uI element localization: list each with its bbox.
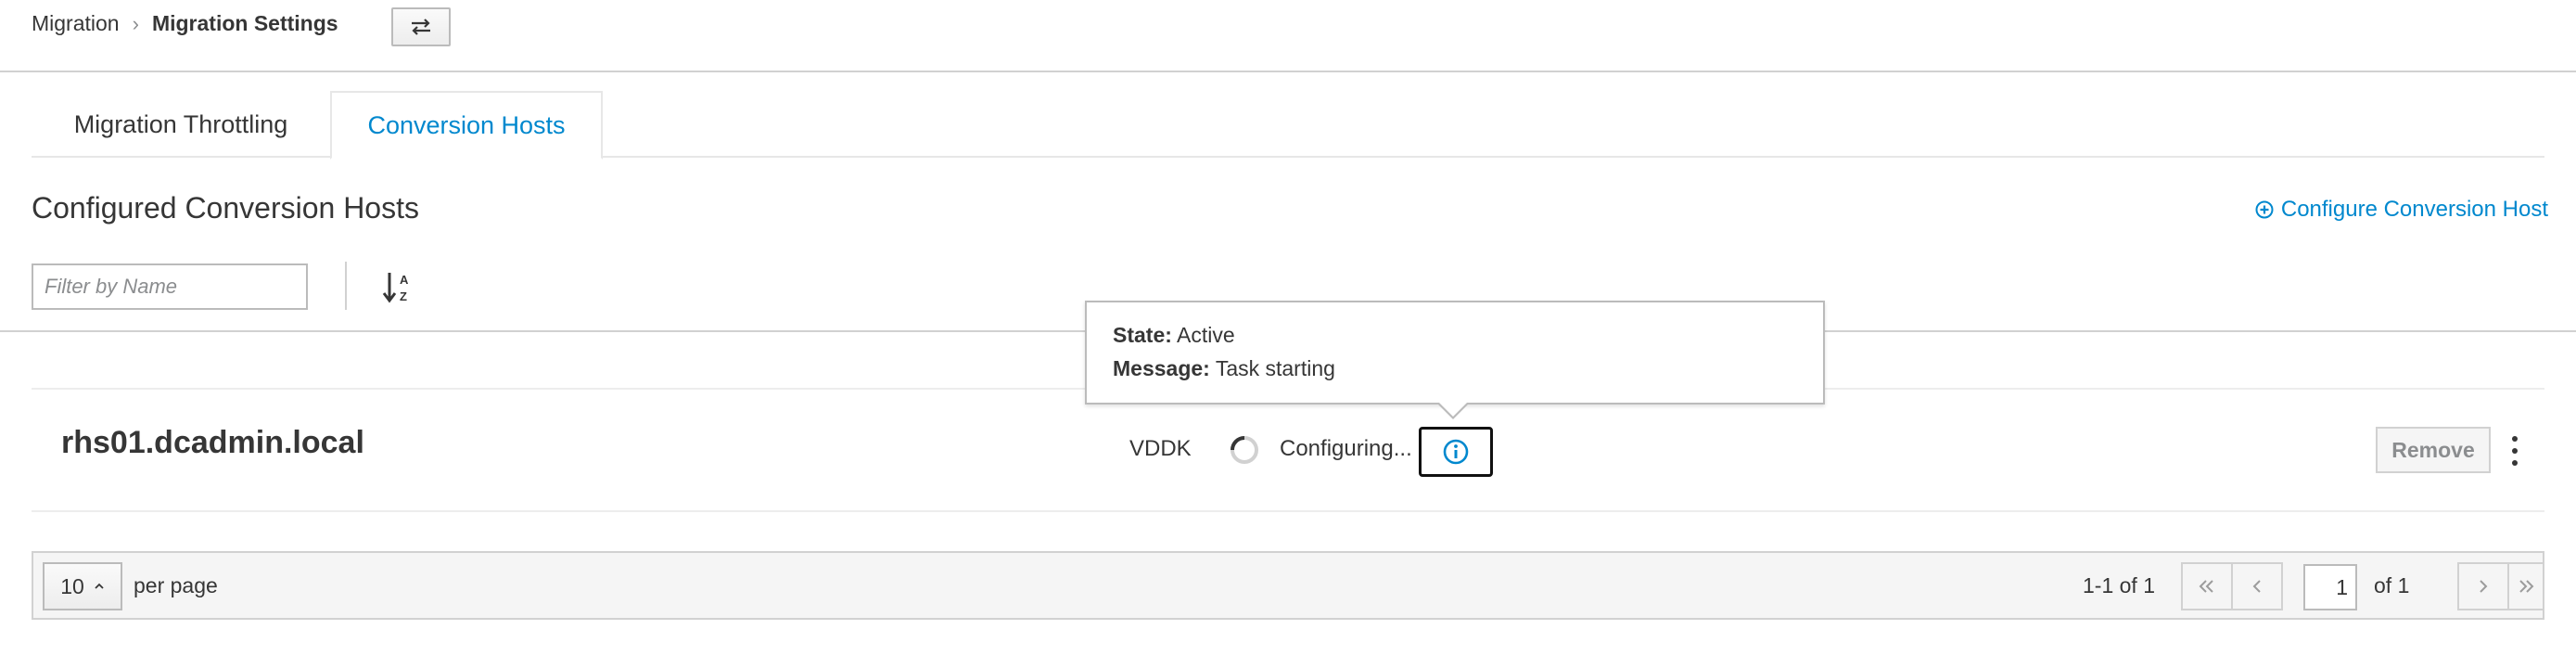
per-page-value: 10 [60, 573, 84, 598]
info-circle-icon [1443, 439, 1469, 465]
spinner-icon [1231, 436, 1258, 464]
breadcrumb-current: Migration Settings [151, 11, 338, 35]
next-page-button[interactable] [2457, 562, 2509, 610]
host-status: Configuring... [1280, 436, 1412, 461]
total-pages: of 1 [2374, 573, 2410, 597]
configure-link-label: Configure Conversion Host [2280, 197, 2548, 222]
popover-state-label: State: [1113, 323, 1172, 347]
swap-view-button[interactable] [391, 7, 451, 46]
last-page-button[interactable] [2507, 562, 2543, 610]
transport-method: VDDK [1129, 436, 1192, 461]
double-chevron-left-icon [2199, 580, 2213, 593]
svg-text:Z: Z [400, 289, 407, 303]
remove-button[interactable]: Remove [2376, 427, 2491, 473]
chevron-left-icon [2252, 580, 2261, 593]
filter-by-name-input[interactable] [32, 263, 308, 310]
pagination-range: 1-1 of 1 [2083, 573, 2155, 597]
status-info-button[interactable] [1419, 427, 1493, 477]
per-page-select[interactable]: 10 [43, 562, 122, 610]
host-name: rhs01.dcadmin.local [61, 425, 364, 460]
popover-state-value: Active [1177, 323, 1235, 347]
breadcrumb-bar: Migration › Migration Settings [0, 0, 2576, 72]
tab-migration-throttling[interactable]: Migration Throttling [32, 91, 330, 158]
per-page-label: per page [134, 573, 218, 597]
popover-state: State: Active [1113, 323, 1235, 348]
current-page-input[interactable] [2303, 564, 2357, 610]
configure-conversion-host-link[interactable]: Configure Conversion Host [2255, 197, 2548, 223]
plus-circle-icon [2255, 200, 2274, 219]
kebab-vertical-icon[interactable] [2504, 432, 2526, 469]
popover-message-value: Task starting [1215, 356, 1335, 380]
double-chevron-right-icon [2519, 580, 2534, 593]
popover-message: Message: Task starting [1113, 356, 1335, 381]
popover-message-label: Message: [1113, 356, 1210, 380]
first-page-button[interactable] [2181, 562, 2233, 610]
chevron-up-icon [95, 583, 104, 589]
settings-tabs: Migration Throttling Conversion Hosts [32, 91, 2544, 160]
section-title: Configured Conversion Hosts [32, 191, 419, 225]
chevron-right-icon [2480, 580, 2488, 593]
tab-conversion-hosts[interactable]: Conversion Hosts [330, 91, 603, 160]
swap-arrows-icon [412, 19, 430, 35]
sort-button[interactable]: A Z [382, 267, 419, 308]
popover-arrow-fill [1438, 402, 1468, 417]
breadcrumb: Migration › Migration Settings [32, 11, 338, 36]
toolbar-divider [345, 262, 347, 310]
svg-text:A: A [400, 273, 409, 287]
sort-alpha-asc-icon: A Z [382, 273, 409, 303]
pagination-bar: 10 per page 1-1 of 1 of 1 [32, 551, 2544, 620]
previous-page-button[interactable] [2231, 562, 2283, 610]
breadcrumb-migration-link[interactable]: Migration [32, 11, 120, 36]
breadcrumb-separator: › [132, 11, 139, 35]
row-divider-bottom [32, 510, 2544, 512]
status-popover: State: Active Message: Task starting [1085, 301, 1825, 405]
